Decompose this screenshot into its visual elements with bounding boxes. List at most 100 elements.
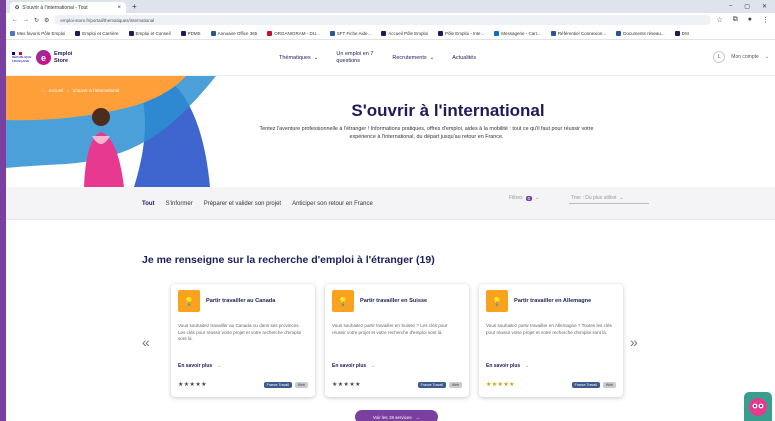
bookmark-icon — [616, 30, 622, 36]
url-input[interactable]: emploi-store.fr/portail/thematiques/inte… — [54, 15, 712, 25]
bookmark-item[interactable]: SFT Fiche Aide... — [329, 30, 371, 36]
card-link[interactable]: En savoir plus → — [486, 363, 529, 369]
card-link[interactable]: En savoir plus → — [178, 363, 221, 369]
url-text: emploi-store.fr/portail/thematiques/inte… — [60, 17, 155, 23]
bookmark-icon — [494, 30, 500, 36]
bookmark-item[interactable]: Messagerie - Carr... — [494, 30, 541, 36]
card-footer: ★★★★★ France Travail Web — [486, 381, 616, 388]
chevron-down-icon: ⌄ — [619, 195, 624, 201]
back-icon[interactable]: ← — [12, 17, 18, 23]
new-tab-icon[interactable]: + — [132, 2, 137, 11]
filter-tab[interactable]: Préparer et valider son projet — [204, 201, 281, 207]
bookmark-item[interactable]: ORGANIGRAM - DU... — [267, 30, 320, 36]
bookmark-label: Emploi et Conseil — [135, 30, 171, 36]
bookmark-item[interactable]: PDMS — [180, 30, 201, 36]
logo-line1: Emploi — [54, 51, 73, 58]
extensions-icon[interactable]: ⧉ — [733, 16, 738, 24]
profile-icon[interactable]: ● — [748, 16, 752, 24]
emploi-store-logo[interactable]: e Emploi Store — [36, 50, 72, 65]
card-tags: France Travail Web — [263, 381, 308, 388]
bookmark-icon — [210, 30, 216, 36]
bookmark-icon — [75, 30, 81, 36]
card-header: 💡 Partir travailler en Allemagne — [486, 290, 616, 312]
browser-tab[interactable]: ✪ S'ouvrir à l'international - Tout × — [10, 2, 126, 13]
emploi-store-logo-icon: e — [36, 50, 51, 65]
breadcrumb-home[interactable]: Accueil — [49, 88, 64, 93]
filter-tab[interactable]: Tout — [142, 201, 155, 207]
bookmark-label: Mes favoris Pôle Emploi — [17, 30, 66, 36]
breadcrumb-current: S'ouvrir à l'international — [72, 88, 120, 93]
filter-control[interactable]: Filtres 0 ⌄ — [509, 195, 539, 201]
avatar[interactable]: L — [713, 51, 726, 63]
republic-logo: RÉPUBLIQUE FRANÇAISE — [12, 52, 31, 63]
card-tag: France Travail — [571, 381, 600, 388]
carousel-prev-icon[interactable]: « — [142, 334, 150, 350]
card-link[interactable]: En savoir plus → — [332, 363, 375, 369]
card-tag: France Travail — [263, 381, 292, 388]
card-tag: Web — [448, 381, 462, 388]
see-all-services-button[interactable]: Voir les 19 services → — [355, 410, 438, 421]
card-description: Vous souhaitez partir travailler en Suis… — [332, 323, 448, 335]
card-tags: France Travail Web — [571, 381, 616, 388]
site-header: RÉPUBLIQUE FRANÇAISE e Emploi Store Thém… — [6, 40, 775, 76]
filter-bar: Tout S'informer Préparer et valider son pr… — [6, 187, 775, 220]
bookmark-label: ORGANIGRAM - DU... — [274, 30, 320, 36]
reload-icon[interactable]: ↻ — [34, 17, 39, 24]
nav-item[interactable]: Actualités — [452, 55, 476, 61]
close-window-icon[interactable]: ✕ — [762, 3, 767, 10]
bookmarks-bar: Mes favoris Pôle Emploi Emploi et Carrièr… — [6, 27, 775, 40]
filter-label: Filtres — [509, 195, 523, 201]
bookmark-item[interactable]: DSI — [674, 30, 690, 36]
bookmark-item[interactable]: Emploi et Conseil — [128, 30, 171, 36]
bookmark-label: DSI — [681, 30, 690, 36]
bookmark-icon — [329, 30, 335, 36]
filter-tab[interactable]: Anticiper son retour en France — [292, 201, 373, 207]
filter-tab[interactable]: S'informer — [166, 201, 193, 207]
chatbot-icon — [749, 397, 767, 416]
bookmark-item[interactable]: Référentiel Connexion... — [550, 30, 607, 36]
rating-stars: ★★★★★ — [178, 382, 207, 388]
bookmark-icon — [381, 30, 387, 36]
carousel-next-icon[interactable]: » — [630, 334, 638, 350]
service-card[interactable]: 💡 Partir travailler en Suisse Vous souhait… — [325, 284, 469, 397]
bookmark-item[interactable]: Mes favoris Pôle Emploi — [10, 30, 66, 36]
card-tag: Web — [602, 381, 616, 388]
bookmark-icon — [550, 30, 556, 36]
close-tab-icon[interactable]: × — [117, 5, 121, 11]
account-area[interactable]: L Mon compte ⌄ — [713, 51, 769, 63]
forward-icon[interactable]: → — [23, 17, 29, 23]
bookmark-item[interactable]: Pôle Emploi - Inte... — [438, 30, 484, 36]
bookmark-icon — [180, 30, 186, 36]
card-header: 💡 Partir travailler en Suisse — [332, 290, 462, 312]
chevron-down-icon: ⌄ — [535, 195, 540, 201]
service-card[interactable]: 💡 Partir travailler au Canada Vous souhait… — [171, 284, 315, 397]
card-title[interactable]: Partir travailler en Allemagne — [514, 298, 591, 304]
chatbot-button[interactable] — [744, 392, 772, 421]
tab-title: S'ouvrir à l'international - Tout — [22, 4, 88, 11]
menu-icon[interactable]: ⋮ — [762, 16, 769, 24]
bookmark-item[interactable]: Accueil Pôle Emploi — [381, 30, 429, 36]
nav-item[interactable]: Thématiques ⌄ — [279, 55, 318, 61]
sort-select[interactable]: Trier : Du plus utilisé ⌄ — [569, 195, 649, 204]
site-settings-icon[interactable]: ⚙ — [44, 17, 49, 24]
maximize-icon[interactable]: ▢ — [744, 3, 750, 10]
bookmark-label: Référentiel Connexion... — [557, 30, 607, 36]
bookmark-item[interactable]: Documents réseau... — [616, 30, 665, 36]
minimize-icon[interactable]: – — [729, 3, 732, 10]
nav-item[interactable]: Recrutements ⌄ — [392, 55, 434, 61]
service-card[interactable]: 💡 Partir travailler en Allemagne Vous souh… — [479, 284, 623, 397]
card-title[interactable]: Partir travailler en Suisse — [360, 298, 427, 304]
bookmark-label: Messagerie - Carr... — [501, 30, 541, 36]
bookmark-item[interactable]: Emploi et Carrière — [75, 30, 119, 36]
card-link-label: En savoir plus — [486, 363, 521, 369]
service-cards: 💡 Partir travailler au Canada Vous souhait… — [171, 284, 623, 397]
logo-line2: Store — [54, 57, 69, 64]
nav-item[interactable]: Un emploi en 7 questions — [336, 51, 374, 65]
bookmark-icon — [128, 30, 134, 36]
bookmark-label: Accueil Pôle Emploi — [388, 30, 429, 36]
bookmark-item[interactable]: Annuaire Office 365 — [210, 30, 257, 36]
filter-count-badge: 0 — [525, 195, 533, 201]
card-title[interactable]: Partir travailler au Canada — [206, 298, 275, 304]
bookmark-star-icon[interactable]: ☆ — [716, 16, 722, 24]
account-label[interactable]: Mon compte — [731, 54, 759, 60]
